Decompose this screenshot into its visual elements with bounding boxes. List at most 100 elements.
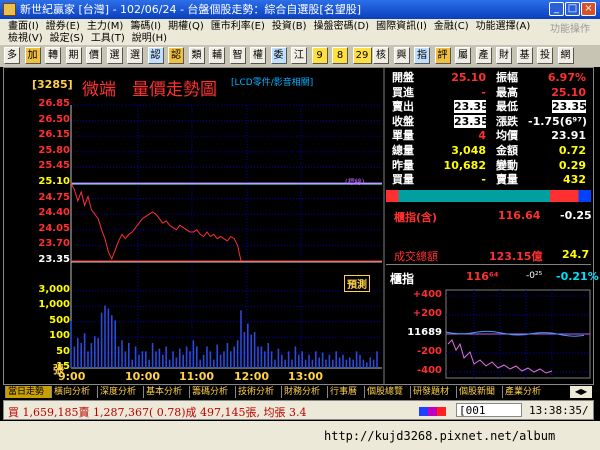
stock-code: [3285]: [32, 78, 73, 91]
menu-item[interactable]: 籌碼(I): [130, 21, 161, 32]
time-tick-label: 10:00: [125, 370, 161, 383]
tab-9[interactable]: 研發題材: [410, 386, 457, 398]
toolbar-button[interactable]: 核: [373, 47, 389, 64]
toolbar-button[interactable]: 智: [229, 47, 246, 64]
menu-item[interactable]: 證券(E): [46, 21, 80, 32]
menu-item[interactable]: 匯市利率(E): [211, 21, 265, 32]
toolbar-button[interactable]: 委: [270, 47, 287, 64]
toolbar-button[interactable]: 認: [168, 47, 184, 64]
toolbar-button[interactable]: 興: [393, 47, 410, 64]
toolbar-button[interactable]: 輔: [209, 47, 225, 64]
tab-10[interactable]: 個股新聞: [456, 386, 503, 398]
menu-bar: 畫面(I) 證券(E) 主力(M) 籌碼(I) 期權(Q) 匯市利率(E) 投資(B) 操盤密…: [0, 19, 600, 45]
menu-item[interactable]: 功能選擇(A): [476, 21, 531, 32]
toolbar-button[interactable]: 網: [557, 47, 574, 64]
menu-item[interactable]: 操盤密碼(D): [314, 21, 370, 32]
quote-label: 金額: [496, 144, 518, 157]
toolbar-button[interactable]: 類: [188, 47, 205, 64]
price-tick-label: 24.05: [38, 222, 70, 234]
toolbar-button[interactable]: 權: [250, 47, 266, 64]
menu-item[interactable]: 主力(M): [87, 21, 123, 32]
menu-item[interactable]: 國際資訊(I): [376, 21, 427, 32]
toolbar-button[interactable]: 產: [475, 47, 492, 64]
menu-item-disabled: 功能操作: [550, 24, 590, 35]
toolbar-button[interactable]: 財: [496, 47, 512, 64]
menu-item[interactable]: 說明(H): [132, 33, 167, 44]
toolbar-button[interactable]: 轉: [45, 47, 61, 64]
tab-7[interactable]: 行事曆: [327, 386, 365, 398]
command-input[interactable]: [001: [456, 403, 522, 417]
quote-value: 0.29: [558, 158, 586, 172]
toolbar-button[interactable]: 投: [537, 47, 553, 64]
quote-row: 昨量 10,682 變動 0.29: [388, 158, 588, 173]
toolbar-button[interactable]: 指: [414, 47, 430, 64]
tab-11[interactable]: 產業分析: [502, 386, 549, 398]
tab-3[interactable]: 基本分析: [143, 386, 190, 398]
toolbar-button[interactable]: 基: [516, 47, 533, 64]
menu-item[interactable]: 檢視(V): [8, 33, 43, 44]
toolbar-button[interactable]: 選: [106, 47, 123, 64]
toolbar-button[interactable]: 認: [147, 47, 164, 64]
quote-row: 總量 3,048 金額 0.72: [388, 143, 588, 158]
time-tick-label: 11:00: [179, 370, 215, 383]
tab-0[interactable]: 當日走勢: [5, 386, 52, 398]
reference-line-tag: (標線): [345, 178, 365, 186]
mini-tick-label: +200: [412, 308, 442, 319]
tab-6[interactable]: 財務分析: [281, 386, 328, 398]
title-bar: 新世紀贏家 [台灣] - 102/06/24 - 台盤個股走勢：綜合自選股[名望…: [0, 0, 600, 19]
mini-tick-label: -400: [416, 365, 442, 376]
toolbar-button[interactable]: 多: [4, 47, 20, 64]
color-indicator: [419, 406, 447, 416]
quote-row: 買量 - 賣量 432: [388, 172, 588, 187]
toolbar-button[interactable]: 選: [127, 47, 143, 64]
maximize-button[interactable]: □: [565, 2, 580, 16]
tab-5[interactable]: 技術分析: [235, 386, 282, 398]
menu-item[interactable]: 投資(B): [272, 21, 307, 32]
quote-row: 賣出 23.35 最低 23.35: [388, 99, 588, 114]
mini-tick-label: -200: [416, 346, 442, 357]
toolbar-button[interactable]: 29: [352, 47, 372, 64]
toolbar-button[interactable]: 8: [332, 47, 348, 64]
tab-4[interactable]: 籌碼分析: [189, 386, 236, 398]
quote-label: 收盤: [392, 114, 414, 128]
toolbar-button[interactable]: 9: [311, 47, 328, 64]
menu-item[interactable]: 畫面(I): [8, 21, 39, 32]
quote-value: 432: [563, 173, 586, 187]
toolbar-button[interactable]: 評: [434, 47, 451, 64]
menu-item[interactable]: 金融(C): [434, 21, 469, 32]
price-tick-label: 24.75: [38, 191, 70, 203]
tab-1[interactable]: 橫向分析: [51, 386, 98, 398]
quote-value: 6.97%: [547, 71, 586, 84]
quote-row: 開盤 25.10 振幅 6.97%: [388, 70, 588, 85]
quote-label: 昨量: [392, 158, 414, 172]
mini-chart-pct: -0.21%: [556, 270, 599, 283]
minimize-button[interactable]: _: [549, 2, 564, 16]
tab-2[interactable]: 深度分析: [97, 386, 144, 398]
menu-item[interactable]: 設定(S): [50, 33, 84, 44]
quote-value: 4: [478, 129, 486, 143]
toolbar-button[interactable]: 屬: [455, 47, 471, 64]
toolbar-button[interactable]: 價: [86, 47, 102, 64]
menu-item[interactable]: 期權(Q): [168, 21, 204, 32]
toolbar-button[interactable]: 江: [291, 47, 307, 64]
price-tick-label: 26.85: [38, 98, 70, 109]
menu-item[interactable]: 工具(T): [91, 33, 125, 44]
toolbar-button[interactable]: 期: [65, 47, 82, 64]
quote-label: 變動: [496, 158, 518, 172]
predict-button[interactable]: 預測: [344, 275, 370, 292]
quote-value: 23.91: [551, 129, 586, 143]
price-line: [70, 182, 377, 262]
industry-tag: [LCD零件/影音相關]: [231, 78, 314, 88]
volume-tick-label: 3,000: [38, 284, 70, 295]
tab-8[interactable]: 個股總覽: [364, 386, 411, 398]
close-button[interactable]: ×: [581, 2, 596, 16]
toolbar-button[interactable]: 加: [24, 47, 41, 64]
quote-label: 總量: [392, 144, 414, 157]
analysis-tabs: 當日走勢 橫向分析 深度分析 基本分析 籌碼分析 技術分析 財務分析 行事曆 個股總覽 研發題材個…: [3, 385, 594, 399]
quote-label: 振幅: [496, 71, 518, 84]
price-tick-label: 26.50: [38, 113, 70, 125]
quote-label: 買量: [392, 173, 414, 187]
tab-scroll-arrows[interactable]: ◀▶: [570, 386, 592, 398]
bid-ask-strip: [386, 190, 591, 202]
quote-label: 買進: [392, 85, 414, 99]
